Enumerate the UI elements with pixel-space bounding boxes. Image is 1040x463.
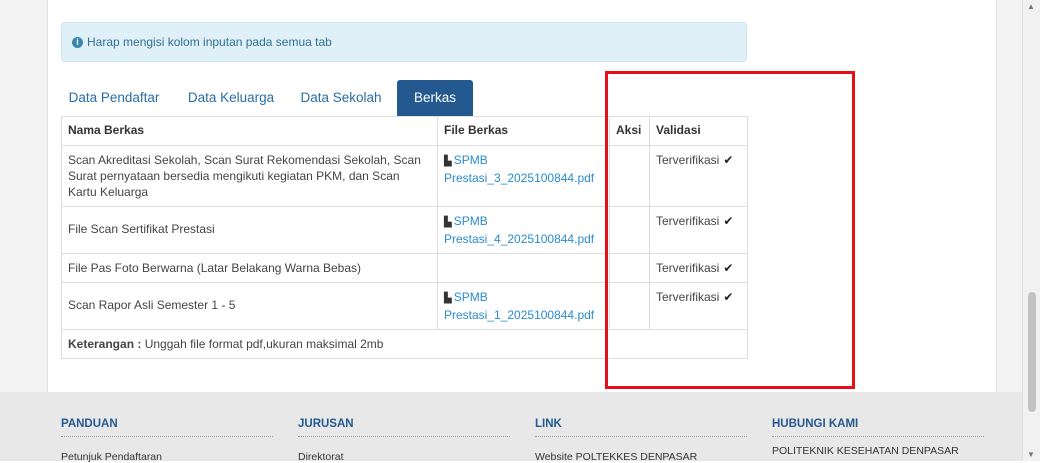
check-icon: ✔ [723, 290, 734, 304]
berkas-name: File Pas Foto Berwarna (Latar Belakang W… [61, 253, 438, 283]
alert-text: Harap mengisi kolom inputan pada semua t… [87, 35, 332, 49]
aksi-cell [609, 145, 650, 207]
file-cell [437, 253, 610, 283]
validasi-cell: Terverifikasi ✔ [649, 282, 748, 330]
validasi-status: Terverifikasi [656, 261, 720, 275]
file-link[interactable]: ▙ SPMB Prestasi_1_2025100844.pdf [444, 290, 594, 322]
tab-berkas[interactable]: Berkas [397, 80, 473, 116]
header-file-berkas: File Berkas [437, 116, 610, 146]
berkas-table: Nama Berkas File Berkas Aksi Validasi Sc… [61, 116, 748, 359]
footer-col-hubungi: HUBUNGI KAMI POLITEKNIK KESEHATAN DENPAS… [772, 418, 992, 457]
info-icon: i [72, 36, 83, 48]
keterangan-label: Keterangan : [68, 337, 142, 351]
tab-data-pendaftar[interactable]: Data Pendaftar [61, 80, 167, 116]
footer-contact-name: POLITEKNIK KESEHATAN DENPASAR [772, 445, 959, 457]
check-icon: ✔ [723, 214, 734, 228]
berkas-name: Scan Rapor Asli Semester 1 - 5 [61, 282, 438, 330]
table-row: File Pas Foto Berwarna (Latar Belakang W… [61, 253, 748, 283]
tab-data-sekolah[interactable]: Data Sekolah [292, 80, 390, 116]
footer-link-direktorat[interactable]: Direktorat [298, 451, 518, 463]
aksi-cell [609, 282, 650, 330]
table-row: File Scan Sertifikat Prestasi ▙ SPMB Pres… [61, 206, 748, 254]
berkas-name: File Scan Sertifikat Prestasi [61, 206, 438, 254]
file-cell: ▙ SPMB Prestasi_1_2025100844.pdf [437, 282, 610, 330]
header-nama-berkas: Nama Berkas [61, 116, 438, 146]
tab-bar: Data Pendaftar Data Keluarga Data Sekola… [61, 80, 747, 116]
validasi-cell: Terverifikasi ✔ [649, 206, 748, 254]
validasi-status: Terverifikasi [656, 290, 720, 304]
footer-col-jurusan: JURUSAN Direktorat [298, 418, 518, 463]
keterangan-text: Unggah file format pdf,ukuran maksimal 2… [144, 337, 384, 351]
validasi-status: Terverifikasi [656, 153, 720, 167]
footer-link-petunjuk-pendaftaran[interactable]: Petunjuk Pendaftaran [61, 451, 281, 463]
footer-heading-panduan: PANDUAN [61, 418, 273, 437]
validasi-cell: Terverifikasi ✔ [649, 253, 748, 283]
file-cell: ▙ SPMB Prestasi_4_2025100844.pdf [437, 206, 610, 254]
tab-data-keluarga[interactable]: Data Keluarga [179, 80, 283, 116]
scroll-down-arrow-icon[interactable]: ▼ [1027, 450, 1035, 459]
file-link[interactable]: ▙ SPMB Prestasi_4_2025100844.pdf [444, 214, 594, 246]
vertical-scrollbar[interactable]: ▲ ▼ [1022, 0, 1040, 461]
footer-heading-hubungi-kami: HUBUNGI KAMI [772, 418, 984, 437]
aksi-cell [609, 206, 650, 254]
file-link-line1: SPMB [453, 214, 488, 228]
footer-link-website-poltekkes[interactable]: Website POLTEKKES DENPASAR [535, 451, 755, 463]
footer-col-link: LINK Website POLTEKKES DENPASAR [535, 418, 755, 463]
file-link[interactable]: ▙ SPMB Prestasi_3_2025100844.pdf [444, 153, 594, 185]
table-header-row: Nama Berkas File Berkas Aksi Validasi [61, 116, 748, 146]
scrollbar-thumb[interactable] [1028, 292, 1036, 412]
file-icon: ▙ [444, 293, 452, 304]
footer: PANDUAN Petunjuk Pendaftaran JURUSAN Dir… [0, 392, 1022, 463]
file-link-line2: Prestasi_3_2025100844.pdf [444, 171, 595, 185]
keterangan-cell: Keterangan : Unggah file format pdf,ukur… [61, 329, 748, 359]
footer-col-panduan: PANDUAN Petunjuk Pendaftaran [61, 418, 281, 463]
info-alert: i Harap mengisi kolom inputan pada semua… [61, 22, 747, 62]
validasi-cell: Terverifikasi ✔ [649, 145, 748, 207]
header-validasi: Validasi [649, 116, 748, 146]
validasi-status: Terverifikasi [656, 214, 720, 228]
footer-heading-link: LINK [535, 418, 747, 437]
file-cell: ▙ SPMB Prestasi_3_2025100844.pdf [437, 145, 610, 207]
header-aksi: Aksi [609, 116, 650, 146]
file-link-line1: SPMB [453, 290, 488, 304]
file-link-line2: Prestasi_4_2025100844.pdf [444, 232, 595, 246]
table-row: Scan Rapor Asli Semester 1 - 5 ▙ SPMB Pre… [61, 282, 748, 330]
check-icon: ✔ [723, 153, 734, 167]
file-icon: ▙ [444, 156, 452, 167]
berkas-name: Scan Akreditasi Sekolah, Scan Surat Reko… [61, 145, 438, 207]
scroll-up-arrow-icon[interactable]: ▲ [1027, 2, 1035, 11]
footer-heading-jurusan: JURUSAN [298, 418, 510, 437]
aksi-cell [609, 253, 650, 283]
check-icon: ✔ [723, 261, 734, 275]
file-icon: ▙ [444, 217, 452, 228]
file-link-line2: Prestasi_1_2025100844.pdf [444, 308, 595, 322]
file-link-line1: SPMB [453, 153, 488, 167]
keterangan-row: Keterangan : Unggah file format pdf,ukur… [61, 329, 748, 359]
table-row: Scan Akreditasi Sekolah, Scan Surat Reko… [61, 145, 748, 207]
